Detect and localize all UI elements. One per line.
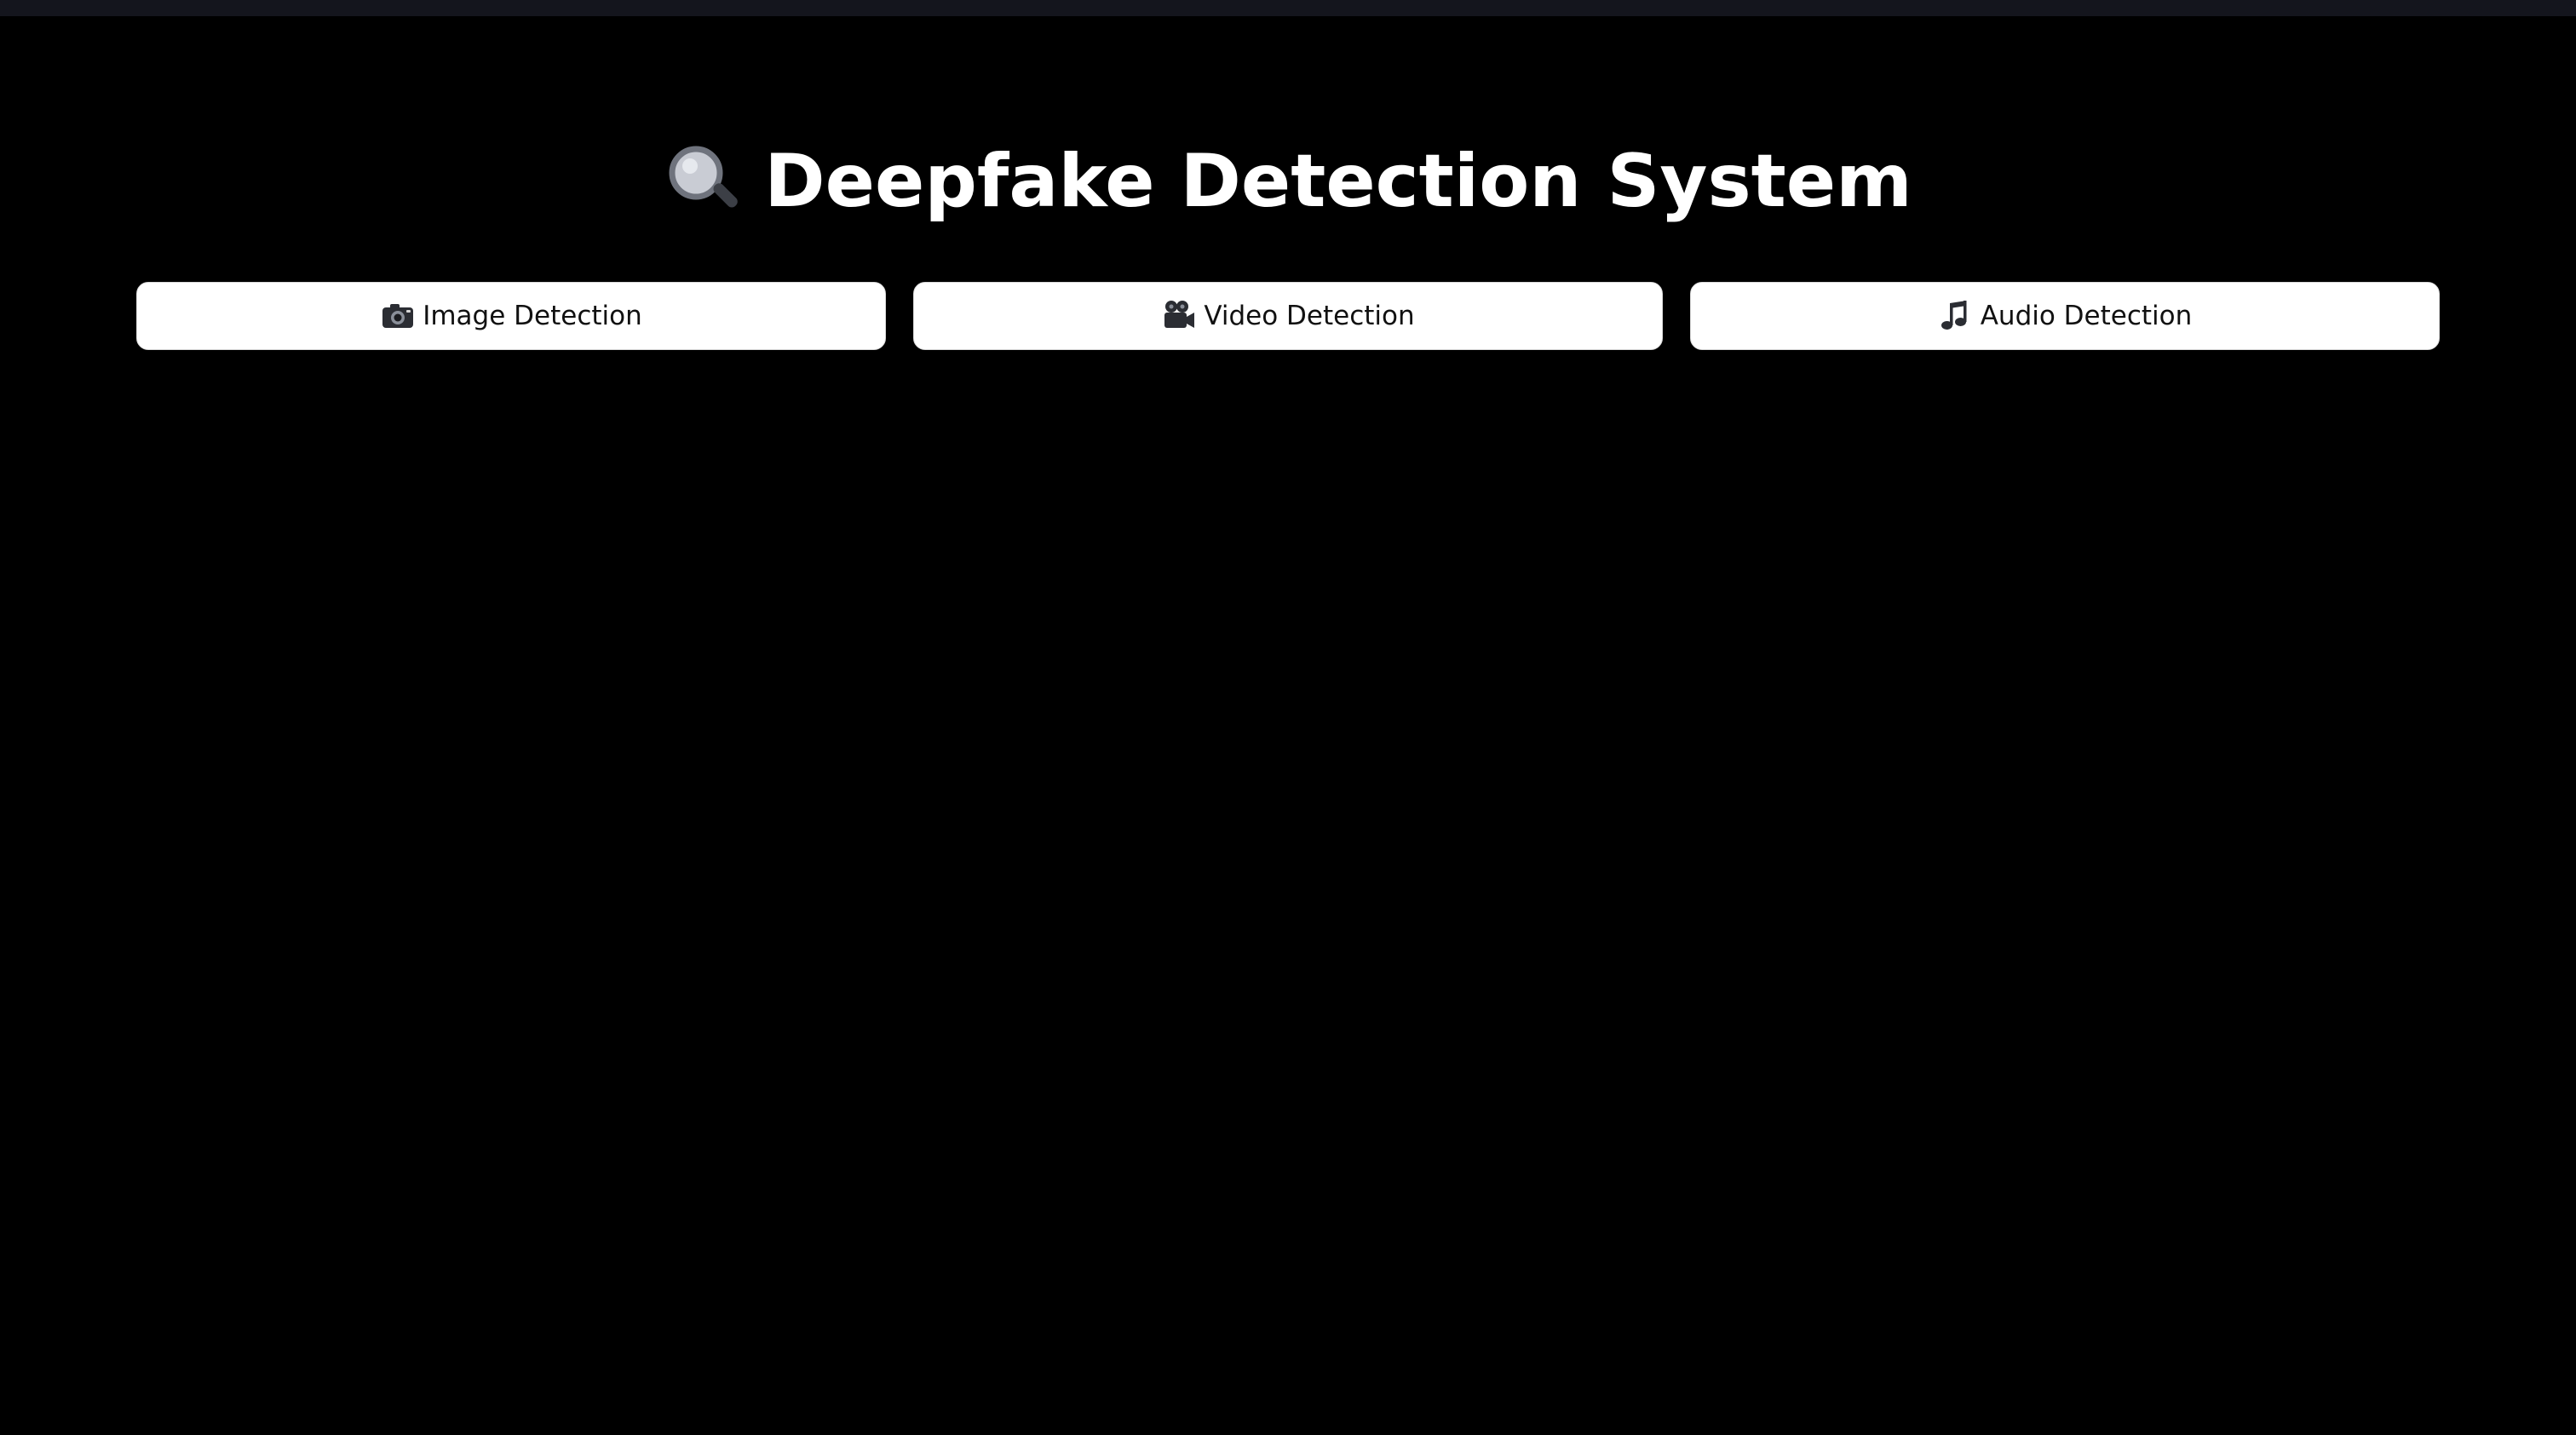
camera-icon (380, 298, 416, 334)
video-detection-button[interactable]: Video Detection (913, 282, 1663, 350)
image-detection-label: Image Detection (423, 301, 642, 331)
audio-detection-label: Audio Detection (1980, 301, 2193, 331)
movie-camera-icon (1161, 298, 1197, 334)
video-detection-label: Video Detection (1204, 301, 1415, 331)
app-page: Deepfake Detection System Image Detectio… (0, 0, 2576, 1435)
music-note-icon (1938, 298, 1974, 334)
page-title-text: Deepfake Detection System (764, 139, 1912, 224)
image-detection-button[interactable]: Image Detection (136, 282, 886, 350)
page-title: Deepfake Detection System (0, 135, 2576, 228)
magnifying-glass-icon (664, 141, 745, 222)
top-bar (0, 0, 2576, 16)
audio-detection-button[interactable]: Audio Detection (1690, 282, 2440, 350)
